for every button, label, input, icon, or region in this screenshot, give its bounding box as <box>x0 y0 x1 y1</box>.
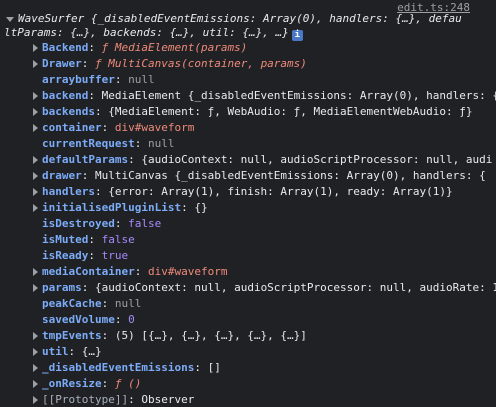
property-value[interactable]: div#waveform <box>148 265 227 278</box>
object-summary-line-2: ltParams: {…}, backends: {…}, util: {…},… <box>0 26 496 41</box>
property-key: Drawer <box>42 57 82 70</box>
property-key: handlers <box>42 185 95 198</box>
property-row-backend[interactable]: backend: MediaElement {_disabledEventEmi… <box>0 88 496 104</box>
property-row-peakCache: peakCache: null <box>42 297 142 310</box>
expand-triangle-icon[interactable] <box>33 108 38 116</box>
property-key: backends <box>42 105 95 118</box>
property-row-savedVolume: savedVolume: 0 <box>42 313 135 326</box>
property-value: (5) [{…}, {…}, {…}, {…}, {…}] <box>114 329 307 342</box>
property-row-Backend[interactable]: Backend: ƒ MediaElement(params) <box>0 40 496 56</box>
collapse-triangle-icon[interactable] <box>6 17 14 22</box>
property-value: MediaElement {_disabledEventEmissions: A… <box>101 89 496 102</box>
expand-triangle-icon[interactable] <box>33 92 38 100</box>
expand-triangle-icon[interactable] <box>33 348 38 356</box>
property-row-mediaContainer[interactable]: mediaContainer: div#waveform <box>0 264 496 280</box>
property-key: [[Prototype]] <box>42 393 129 406</box>
property-value: {MediaElement: ƒ, WebAudio: ƒ, MediaElem… <box>108 105 473 118</box>
object-summary-line-1: WaveSurfer {_disabledEventEmissions: Arr… <box>0 12 496 26</box>
property-row-backends[interactable]: backends: {MediaElement: ƒ, WebAudio: ƒ,… <box>0 104 496 120</box>
object-summary[interactable]: WaveSurfer {_disabledEventEmissions: Arr… <box>0 12 496 41</box>
property-value: false <box>101 233 135 246</box>
property-key: params <box>42 281 82 294</box>
property-key: tmpEvents <box>42 329 102 342</box>
property-row-tmpEvents[interactable]: tmpEvents: (5) [{…}, {…}, {…}, {…}, {…}] <box>0 328 496 344</box>
property-value: MultiCanvas {_disabledEventEmissions: Ar… <box>95 169 486 182</box>
property-value: ƒ MultiCanvas(container, params) <box>95 57 307 70</box>
property-key: isDestroyed <box>42 217 115 230</box>
property-row-util[interactable]: util: {…} <box>0 344 496 360</box>
property-key: util <box>42 345 69 358</box>
property-list: Backend: ƒ MediaElement(params) Drawer: … <box>0 40 496 407</box>
expand-triangle-icon[interactable] <box>33 284 38 292</box>
property-key: savedVolume <box>42 313 115 326</box>
property-key: isReady <box>42 249 89 262</box>
property-value: {} <box>194 201 208 214</box>
property-key: mediaContainer <box>42 265 135 278</box>
property-row-initialisedPluginList[interactable]: initialisedPluginList: {} <box>0 200 496 216</box>
property-value: null <box>114 297 142 310</box>
property-row-currentRequest: currentRequest: null <box>42 137 175 150</box>
property-value: {error: Array(1), finish: Array(1), read… <box>108 185 453 198</box>
property-row-arraybuffer: arraybuffer: null <box>42 73 155 86</box>
property-key: _disabledEventEmissions <box>42 361 195 374</box>
property-value: true <box>101 249 129 262</box>
property-value: ƒ MediaElement(params) <box>101 41 248 54</box>
property-row-Drawer[interactable]: Drawer: ƒ MultiCanvas(container, params) <box>0 56 496 72</box>
property-key: currentRequest <box>42 137 135 150</box>
property-value: null <box>128 73 155 86</box>
property-key: _onResize <box>42 377 102 390</box>
property-value: {audioContext: null, audioScriptProcesso… <box>141 153 493 166</box>
expand-triangle-icon[interactable] <box>33 332 38 340</box>
property-row-_disabledEventEmissions[interactable]: _disabledEventEmissions: [] <box>0 360 496 376</box>
property-row-defaultParams[interactable]: defaultParams: {audioContext: null, audi… <box>0 152 496 168</box>
expand-triangle-icon[interactable] <box>33 188 38 196</box>
property-row-drawer[interactable]: drawer: MultiCanvas {_disabledEventEmiss… <box>0 168 496 184</box>
property-key: arraybuffer <box>42 73 115 86</box>
expand-triangle-icon[interactable] <box>33 60 38 68</box>
property-value[interactable]: div#waveform <box>115 121 194 134</box>
property-key: backend <box>42 89 89 102</box>
property-key: drawer <box>42 169 82 182</box>
property-key: defaultParams <box>42 153 129 166</box>
property-value: [] <box>207 361 221 374</box>
property-row-isMuted: isMuted: false <box>42 233 135 246</box>
expand-triangle-icon[interactable] <box>33 364 38 372</box>
property-key: peakCache <box>42 297 102 310</box>
property-key: container <box>42 121 102 134</box>
expand-triangle-icon[interactable] <box>33 156 38 164</box>
property-row-isReady: isReady: true <box>42 249 129 262</box>
expand-triangle-icon[interactable] <box>33 380 38 388</box>
property-row-container[interactable]: container: div#waveform <box>0 120 496 136</box>
expand-triangle-icon[interactable] <box>33 124 38 132</box>
expand-triangle-icon[interactable] <box>33 268 38 276</box>
property-row-_onResize[interactable]: _onResize: ƒ () <box>0 376 496 392</box>
property-value: null <box>147 137 175 150</box>
property-row-isDestroyed: isDestroyed: false <box>42 217 162 230</box>
property-row-handlers[interactable]: handlers: {error: Array(1), finish: Arra… <box>0 184 496 200</box>
expand-triangle-icon[interactable] <box>33 204 38 212</box>
expand-triangle-icon[interactable] <box>33 396 38 404</box>
property-row-prototype[interactable]: [[Prototype]]: Observer <box>0 392 496 407</box>
expand-triangle-icon[interactable] <box>33 172 38 180</box>
property-key: Backend <box>42 41 89 54</box>
expand-triangle-icon[interactable] <box>33 44 38 52</box>
property-value: {audioContext: null, audioScriptProcesso… <box>95 281 496 294</box>
property-value: 0 <box>128 313 135 326</box>
property-value: Observer <box>141 393 195 406</box>
property-value: false <box>128 217 162 230</box>
property-key: isMuted <box>42 233 89 246</box>
property-value: {…} <box>81 345 102 358</box>
property-key: initialisedPluginList <box>42 201 182 214</box>
property-value: ƒ () <box>114 377 142 390</box>
property-row-params[interactable]: params: {audioContext: null, audioScript… <box>0 280 496 296</box>
